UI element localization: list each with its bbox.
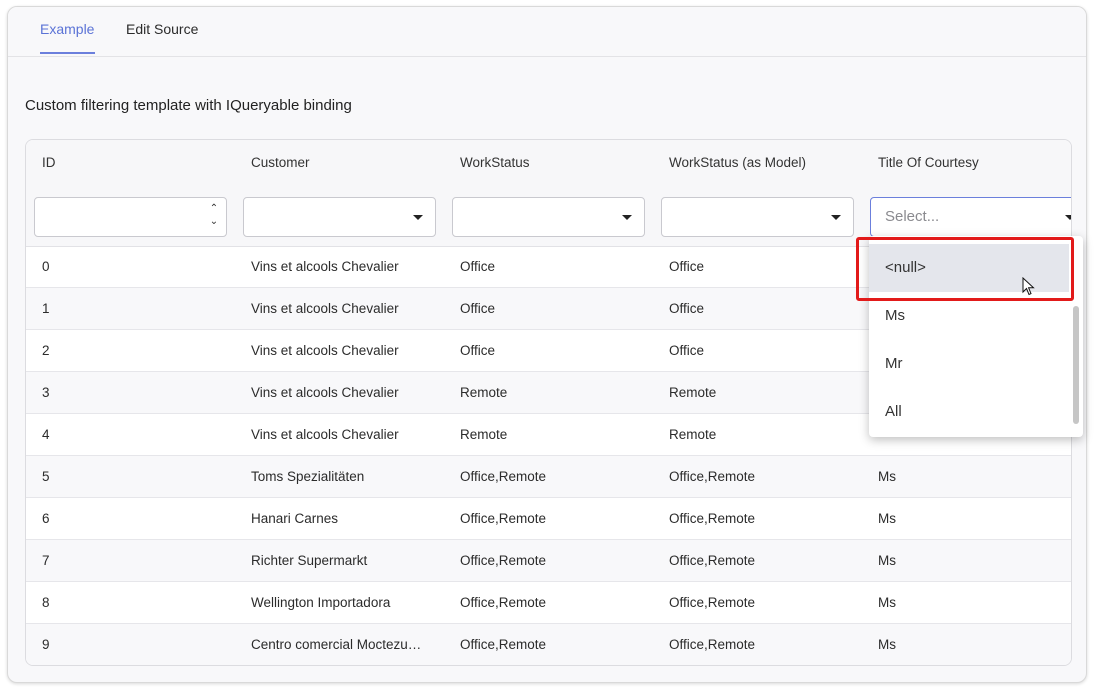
cell-customer: Wellington Importadora xyxy=(251,595,391,610)
cell-id: 2 xyxy=(42,343,50,358)
cell-customer: Centro comercial Moctezu… xyxy=(251,637,422,652)
cell-customer: Vins et alcools Chevalier xyxy=(251,259,399,274)
table-row[interactable]: 5 Toms Spezialitäten Office,Remote Offic… xyxy=(26,456,1071,498)
cell-workstatus: Remote xyxy=(460,385,508,400)
cell-title: Ms xyxy=(878,511,896,526)
cell-workstatus-model: Remote xyxy=(669,427,717,442)
page-title: Custom filtering template with IQueryabl… xyxy=(25,97,352,114)
cell-customer: Vins et alcools Chevalier xyxy=(251,427,399,442)
workstatus-filter-select[interactable] xyxy=(452,197,645,237)
dropdown-option-all[interactable]: All xyxy=(869,388,1069,436)
table-row[interactable]: 7 Richter Supermarkt Office,Remote Offic… xyxy=(26,540,1071,582)
cell-title: Ms xyxy=(878,469,896,484)
cell-workstatus: Office,Remote xyxy=(460,595,547,610)
column-header-workstatus-model[interactable]: WorkStatus (as Model) xyxy=(669,155,806,170)
table-row[interactable]: 6 Hanari Carnes Office,Remote Office,Rem… xyxy=(26,498,1071,540)
cell-id: 9 xyxy=(42,637,50,652)
cell-workstatus: Remote xyxy=(460,427,508,442)
cell-id: 4 xyxy=(42,427,50,442)
column-header-workstatus[interactable]: WorkStatus xyxy=(460,155,530,170)
cell-workstatus: Office,Remote xyxy=(460,469,547,484)
spin-up-icon[interactable]: ⌃ xyxy=(208,202,220,215)
column-header-id[interactable]: ID xyxy=(42,155,56,170)
workstatus-model-filter-select[interactable] xyxy=(661,197,854,237)
cell-workstatus: Office xyxy=(460,259,496,274)
cell-id: 3 xyxy=(42,385,50,400)
cell-workstatus-model: Office xyxy=(669,343,705,358)
cell-workstatus-model: Office,Remote xyxy=(669,553,756,568)
table-row[interactable]: 9 Centro comercial Moctezu… Office,Remot… xyxy=(26,624,1071,665)
cell-workstatus-model: Remote xyxy=(669,385,717,400)
cell-workstatus: Office,Remote xyxy=(460,637,547,652)
cell-id: 0 xyxy=(42,259,50,274)
customer-filter-select[interactable] xyxy=(243,197,436,237)
cell-workstatus: Office,Remote xyxy=(460,511,547,526)
cell-id: 6 xyxy=(42,511,50,526)
dropdown-option-mr[interactable]: Mr xyxy=(869,340,1069,388)
cell-workstatus-model: Office,Remote xyxy=(669,469,756,484)
cell-id: 1 xyxy=(42,301,50,316)
cell-workstatus: Office xyxy=(460,301,496,316)
cell-customer: Vins et alcools Chevalier xyxy=(251,343,399,358)
dropdown-scrollbar[interactable] xyxy=(1073,306,1079,424)
caret-down-icon xyxy=(413,215,423,220)
mouse-pointer-icon xyxy=(1022,277,1035,296)
select-placeholder: Select... xyxy=(885,208,940,225)
cell-workstatus-model: Office,Remote xyxy=(669,637,756,652)
cell-id: 7 xyxy=(42,553,50,568)
cell-title: Ms xyxy=(878,595,896,610)
highlight-box xyxy=(856,237,1074,301)
caret-down-icon xyxy=(622,215,632,220)
cell-customer: Vins et alcools Chevalier xyxy=(251,385,399,400)
cell-id: 5 xyxy=(42,469,50,484)
cell-workstatus: Office,Remote xyxy=(460,553,547,568)
caret-down-icon xyxy=(831,215,841,220)
cell-title: Ms xyxy=(878,637,896,652)
column-header-title-of-courtesy[interactable]: Title Of Courtesy xyxy=(878,155,979,170)
cell-id: 8 xyxy=(42,595,50,610)
table-row[interactable]: 8 Wellington Importadora Office,Remote O… xyxy=(26,582,1071,624)
cell-workstatus-model: Office xyxy=(669,301,705,316)
column-header-customer[interactable]: Customer xyxy=(251,155,310,170)
cell-workstatus: Office xyxy=(460,343,496,358)
spin-down-icon[interactable]: ⌄ xyxy=(208,215,220,228)
tab-example[interactable]: Example xyxy=(40,21,94,37)
tab-edit-source[interactable]: Edit Source xyxy=(126,21,198,37)
id-filter-numeric-input[interactable]: ⌃ ⌄ xyxy=(34,197,227,237)
cell-customer: Hanari Carnes xyxy=(251,511,339,526)
cell-workstatus-model: Office xyxy=(669,259,705,274)
active-tab-indicator xyxy=(40,52,95,54)
cell-customer: Toms Spezialitäten xyxy=(251,469,365,484)
cell-title: Ms xyxy=(878,553,896,568)
cell-workstatus-model: Office,Remote xyxy=(669,511,756,526)
caret-down-icon xyxy=(1065,215,1071,220)
tab-bar: Example Edit Source xyxy=(8,7,1086,57)
cell-workstatus-model: Office,Remote xyxy=(669,595,756,610)
title-of-courtesy-filter-select[interactable]: Select... xyxy=(870,197,1071,237)
cell-customer: Vins et alcools Chevalier xyxy=(251,301,399,316)
numeric-spinner[interactable]: ⌃ ⌄ xyxy=(208,202,220,232)
cell-customer: Richter Supermarkt xyxy=(251,553,368,568)
grid-header-row: ID Customer WorkStatus WorkStatus (as Mo… xyxy=(26,140,1071,189)
